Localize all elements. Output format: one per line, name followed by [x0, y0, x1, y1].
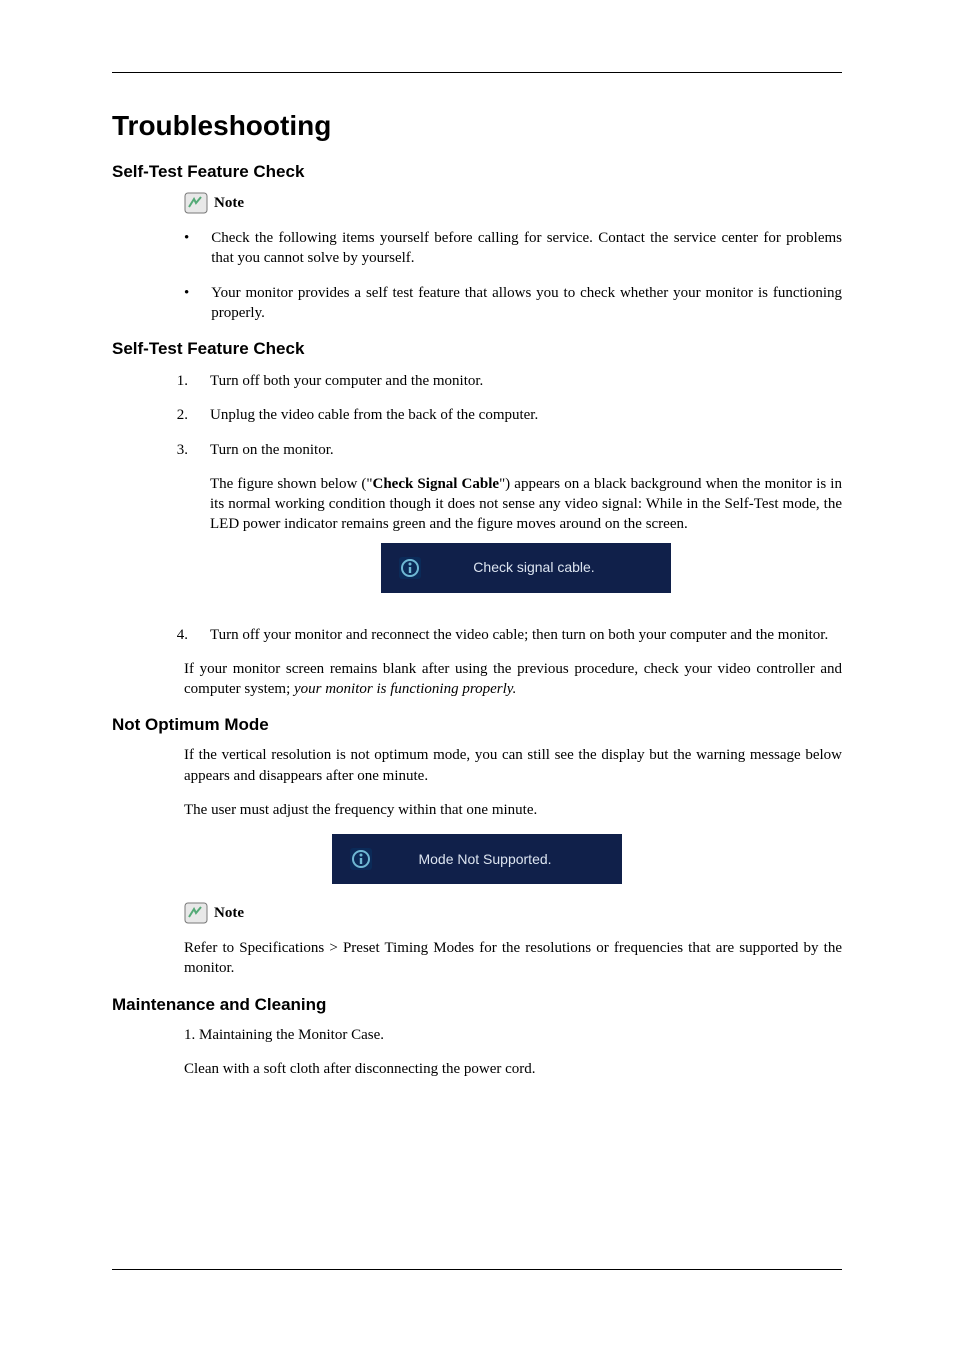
bottom-horizontal-rule	[112, 1269, 842, 1270]
section-heading-self-test-2: Self-Test Feature Check	[112, 339, 842, 359]
bullet-item: • Check the following items yourself bef…	[184, 228, 842, 269]
step-text: Turn off your monitor and reconnect the …	[210, 625, 842, 645]
bullet-marker: •	[184, 228, 189, 269]
paragraph: Clean with a soft cloth after disconnect…	[184, 1059, 842, 1079]
note-paragraph: Refer to Specifications > Preset Timing …	[184, 938, 842, 979]
figure-text: Check signal cable.	[421, 558, 671, 577]
step-item-2: 2. Unplug the video cable from the back …	[166, 405, 842, 425]
step-text: Turn off both your computer and the moni…	[210, 371, 842, 391]
figure-text: Mode Not Supported.	[372, 851, 622, 867]
bullet-item: • Your monitor provides a self test feat…	[184, 283, 842, 324]
ordered-list: 1. Turn off both your computer and the m…	[166, 371, 842, 645]
step-text: Turn on the monitor.	[210, 440, 842, 460]
note-icon	[184, 192, 208, 214]
bullet-text: Check the following items yourself befor…	[211, 228, 842, 269]
step-number: 1.	[166, 371, 210, 391]
italic-text: your monitor is functioning properly.	[294, 681, 516, 697]
text-part: The figure shown below ("	[210, 476, 373, 492]
bullet-text: Your monitor provides a self test featur…	[211, 283, 842, 324]
info-icon	[399, 557, 421, 579]
paragraph: 1. Maintaining the Monitor Case.	[184, 1025, 842, 1045]
section-heading-maintenance: Maintenance and Cleaning	[112, 995, 842, 1015]
figure-check-signal-cable: Check signal cable.	[381, 543, 671, 593]
top-horizontal-rule	[112, 72, 842, 73]
figure-mode-not-supported: Mode Not Supported.	[332, 834, 622, 884]
closing-paragraph: If your monitor screen remains blank aft…	[184, 659, 842, 700]
paragraph: The user must adjust the frequency withi…	[184, 800, 842, 820]
step-text: Unplug the video cable from the back of …	[210, 405, 842, 425]
note-label-2: Note	[214, 905, 244, 922]
step-number: 2.	[166, 405, 210, 425]
document-content: Troubleshooting Self-Test Feature Check …	[112, 110, 842, 1079]
note-label-1: Note	[214, 195, 244, 212]
bold-text: Check Signal Cable	[373, 476, 500, 492]
page-title: Troubleshooting	[112, 110, 842, 142]
paragraph: If the vertical resolution is not optimu…	[184, 745, 842, 786]
step-number: 3.	[166, 440, 210, 611]
bullet-marker: •	[184, 283, 189, 324]
section-heading-self-test-1: Self-Test Feature Check	[112, 162, 842, 182]
bullet-list-1: • Check the following items yourself bef…	[184, 228, 842, 323]
section-heading-not-optimum: Not Optimum Mode	[112, 715, 842, 735]
step-body: Turn on the monitor. The figure shown be…	[210, 440, 842, 611]
step-item-1: 1. Turn off both your computer and the m…	[166, 371, 842, 391]
step-para: The figure shown below ("Check Signal Ca…	[210, 474, 842, 535]
step-number: 4.	[166, 625, 210, 645]
step-item-4: 4. Turn off your monitor and reconnect t…	[166, 625, 842, 645]
note-block-1: Note	[184, 192, 842, 214]
info-icon	[350, 848, 372, 870]
note-icon	[184, 902, 208, 924]
note-block-2: Note	[184, 902, 842, 924]
step-item-3: 3. Turn on the monitor. The figure shown…	[166, 440, 842, 611]
